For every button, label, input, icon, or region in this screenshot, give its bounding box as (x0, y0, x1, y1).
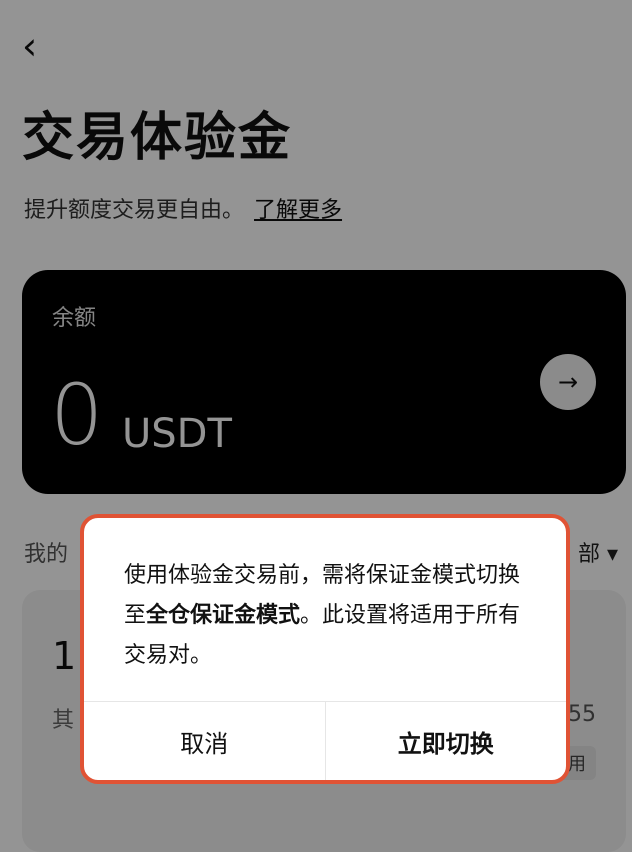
cancel-button[interactable]: 取消 (84, 702, 326, 780)
switch-margin-dialog: 使用体验金交易前，需将保证金模式切换至全仓保证金模式。此设置将适用于所有交易对。… (80, 514, 570, 784)
switch-now-button[interactable]: 立即切换 (326, 702, 567, 780)
dialog-message-bold: 全仓保证金模式 (146, 603, 301, 628)
dialog-actions: 取消 立即切换 (84, 701, 566, 780)
dialog-message: 使用体验金交易前，需将保证金模式切换至全仓保证金模式。此设置将适用于所有交易对。 (124, 556, 534, 676)
